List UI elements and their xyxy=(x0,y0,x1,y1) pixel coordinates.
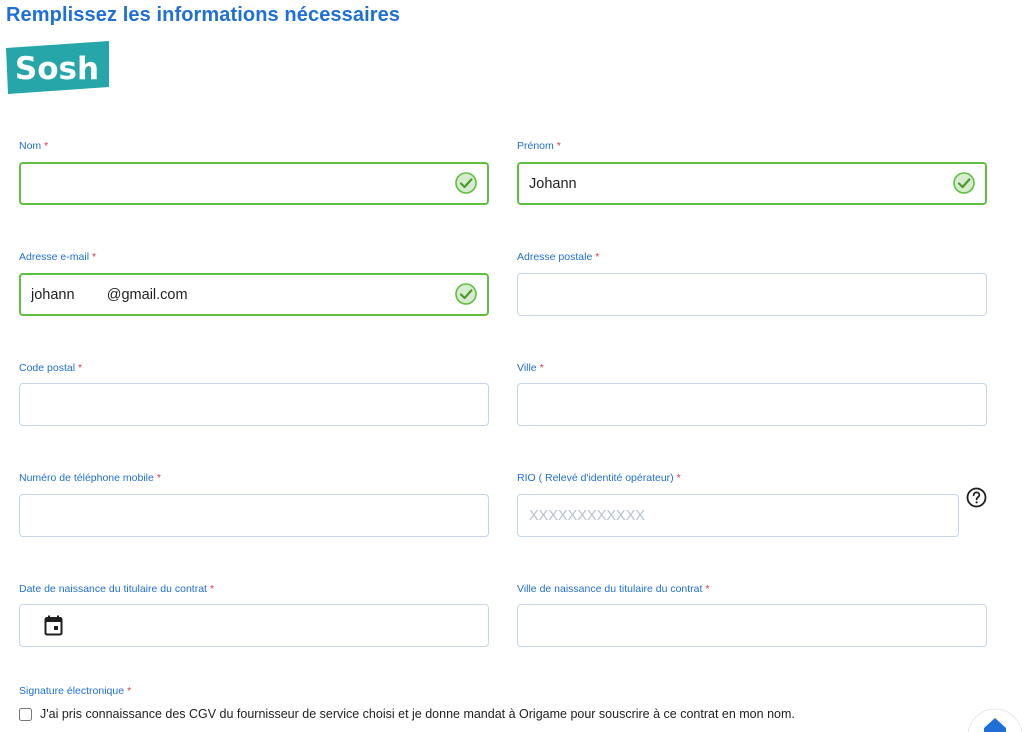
logo-text: Sosh xyxy=(15,51,99,87)
ville-naissance-input[interactable] xyxy=(517,604,987,647)
email-label: Adresse e-mail * xyxy=(19,251,97,263)
prenom-label: Prénom * xyxy=(517,140,561,152)
nom-label: Nom * xyxy=(19,140,49,152)
date-naissance-input[interactable] xyxy=(19,604,489,647)
home-button[interactable] xyxy=(967,706,1023,732)
rio-label: RIO ( Relevé d'identité opérateur) * xyxy=(517,472,681,484)
signature-label: Signature électronique * xyxy=(19,685,132,697)
date-naissance-label: Date de naissance du titulaire du contra… xyxy=(19,583,215,595)
prenom-input[interactable] xyxy=(517,162,987,205)
check-circle-icon xyxy=(953,172,975,194)
calendar-icon xyxy=(44,615,63,636)
code-postal-label: Code postal * xyxy=(19,362,83,374)
nom-input[interactable] xyxy=(19,162,489,205)
adresse-input[interactable] xyxy=(517,273,987,316)
ville-label: Ville * xyxy=(517,362,544,374)
question-circle-icon[interactable] xyxy=(966,487,987,508)
page-title: Remplissez les informations nécessaires xyxy=(6,4,401,26)
consent-text: J'ai pris connaissance des CGV du fourni… xyxy=(40,707,795,721)
telephone-input[interactable] xyxy=(19,494,489,537)
check-circle-icon xyxy=(455,172,477,194)
adresse-label: Adresse postale * xyxy=(517,251,600,263)
sosh-logo: Sosh xyxy=(6,41,109,94)
email-input[interactable] xyxy=(19,273,489,316)
check-circle-icon xyxy=(455,283,477,305)
ville-input[interactable] xyxy=(517,383,987,426)
ville-naissance-label: Ville de naissance du titulaire du contr… xyxy=(517,583,710,595)
telephone-label: Numéro de téléphone mobile * xyxy=(19,472,161,484)
rio-input[interactable] xyxy=(517,494,959,537)
code-postal-input[interactable] xyxy=(19,383,489,426)
consent-checkbox[interactable] xyxy=(19,708,32,721)
